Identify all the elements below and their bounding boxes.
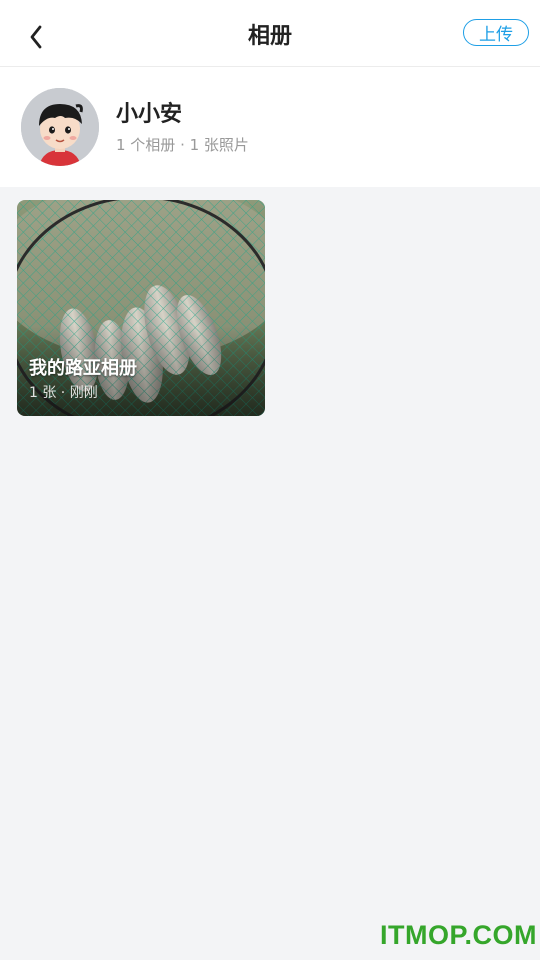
upload-button[interactable]: 上传 <box>463 19 529 46</box>
top-bar: 相册 上传 <box>0 0 540 67</box>
user-stats: 1 个相册 · 1 张照片 <box>116 136 249 154</box>
profile-section: 小小安 1 个相册 · 1 张照片 <box>0 67 540 187</box>
cartoon-boy-avatar-icon <box>21 88 99 166</box>
user-name: 小小安 <box>116 102 183 127</box>
album-title: 我的路亚相册 <box>29 358 137 379</box>
album-card[interactable]: 我的路亚相册 1 张 · 刚刚 <box>17 200 265 416</box>
page-title: 相册 <box>247 24 292 49</box>
album-meta: 1 张 · 刚刚 <box>29 385 98 401</box>
avatar[interactable] <box>21 88 99 166</box>
watermark: ITMOP.COM <box>380 920 538 950</box>
